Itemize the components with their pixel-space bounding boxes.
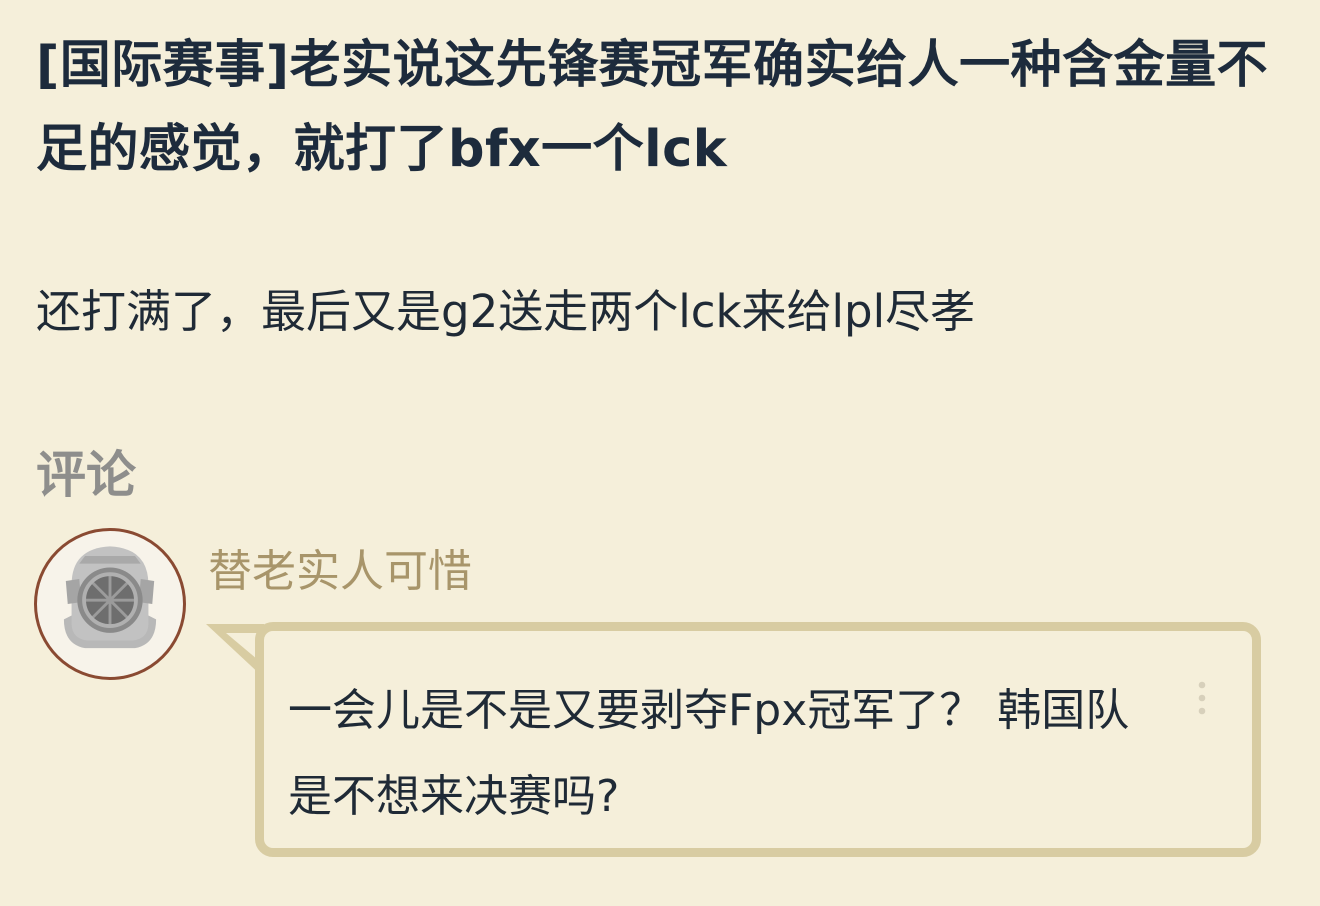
more-vertical-icon[interactable]	[1190, 678, 1214, 718]
post: [国际赛事]老实说这先锋赛冠军确实给人一种含金量不足的感觉，就打了bfx一个lc…	[36, 24, 1286, 192]
comment-text: 一会儿是不是又要剥夺Fpx冠军了？ 韩国队是不想来决赛吗?	[288, 685, 1130, 822]
commenter-name[interactable]: 替老实人可惜	[208, 540, 472, 604]
comments-heading: 评论	[36, 446, 136, 504]
avatar[interactable]	[34, 528, 186, 680]
post-body: 还打满了，最后又是g2送走两个lck来给lpl尽孝	[36, 285, 976, 338]
diving-helmet-icon	[38, 532, 182, 676]
post-title: [国际赛事]老实说这先锋赛冠军确实给人一种含金量不足的感觉，就打了bfx一个lc…	[36, 36, 1269, 179]
